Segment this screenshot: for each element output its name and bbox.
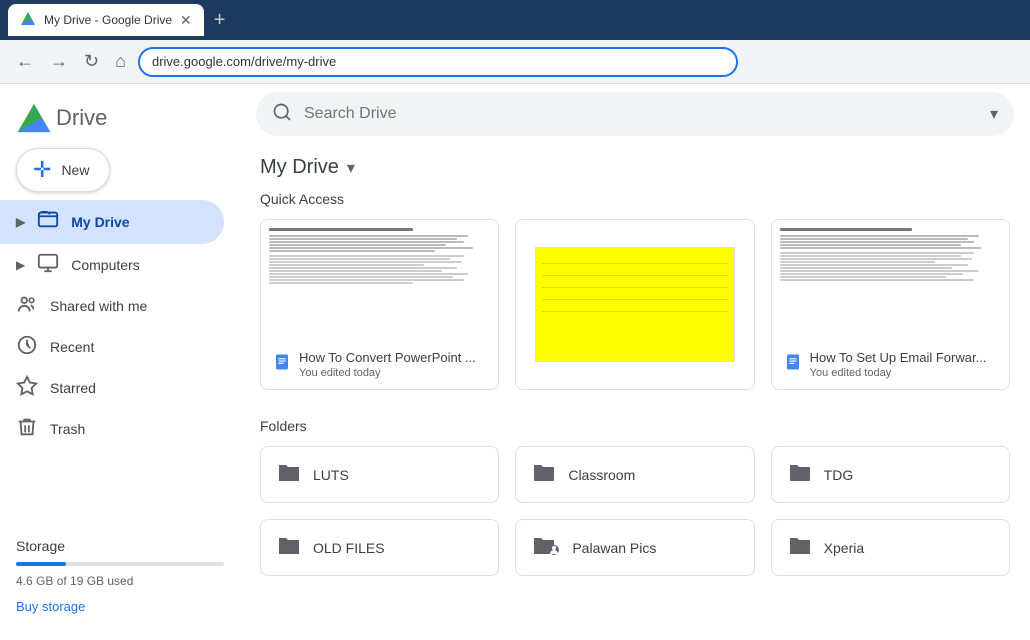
search-input[interactable]	[304, 105, 978, 123]
url-text: drive.google.com/drive/my-drive	[152, 54, 336, 69]
sidebar-item-computers[interactable]: ▶ Computers	[0, 244, 224, 285]
expand-arrow-icon: ▶	[16, 215, 25, 229]
qa-preview-2	[772, 220, 1009, 340]
qa-info-1: Tracker You often open around this time	[516, 389, 753, 390]
quick-access-card-1[interactable]: Tracker You often open around this time	[515, 219, 754, 390]
folder-icon-classroom	[532, 461, 556, 488]
drive-dropdown-arrow-icon[interactable]: ▾	[347, 158, 355, 178]
qa-file-details-0: How To Convert PowerPoint ... You edited…	[299, 350, 486, 379]
drive-logo-icon	[16, 100, 52, 136]
storage-bar-fill	[16, 562, 66, 566]
browser-nav: ← → ↻ ⌂ drive.google.com/drive/my-drive	[0, 40, 1030, 84]
folder-icon-tdg	[788, 461, 812, 488]
sidebar-item-label-recent: Recent	[50, 339, 94, 355]
storage-label: Storage	[16, 538, 224, 554]
new-button-label: New	[61, 162, 89, 178]
logo-text: Drive	[56, 105, 107, 131]
search-bar[interactable]: ▾	[256, 92, 1014, 136]
quick-access-card-0[interactable]: How To Convert PowerPoint ... You edited…	[260, 219, 499, 390]
shared-with-me-icon	[16, 293, 38, 318]
browser-chrome: My Drive - Google Drive ✕ +	[0, 0, 1030, 40]
folder-card-classroom[interactable]: Classroom	[515, 446, 754, 503]
main-content: ▾ My Drive ▾ Quick Access	[240, 84, 1030, 640]
home-button[interactable]: ⌂	[111, 47, 130, 76]
sidebar-item-label-shared: Shared with me	[50, 298, 147, 314]
folder-name-xperia: Xperia	[824, 540, 864, 556]
sidebar-item-label-starred: Starred	[50, 380, 96, 396]
folder-card-tdg[interactable]: TDG	[771, 446, 1010, 503]
qa-info-2: How To Set Up Email Forwar... You edited…	[772, 340, 1009, 389]
logo-area: Drive	[0, 92, 240, 148]
sidebar: Drive ✛ New ▶ My Drive ▶ Computers	[0, 84, 240, 640]
new-tab-button[interactable]: +	[214, 9, 226, 32]
folder-name-old-files: OLD FILES	[313, 540, 385, 556]
folder-name-classroom: Classroom	[568, 467, 635, 483]
back-button[interactable]: ←	[12, 47, 38, 76]
qa-info-0: How To Convert PowerPoint ... You edited…	[261, 340, 498, 389]
folder-name-palawan-pics: Palawan Pics	[572, 540, 656, 556]
qa-file-icon-0	[273, 353, 291, 376]
new-button[interactable]: ✛ New	[16, 148, 110, 192]
app-container: Drive ✛ New ▶ My Drive ▶ Computers	[0, 84, 1030, 640]
folder-icon-xperia	[788, 534, 812, 561]
my-drive-icon	[37, 208, 59, 236]
buy-storage-button[interactable]: Buy storage	[16, 599, 85, 614]
folder-name-luts: LUTS	[313, 467, 349, 483]
qa-file-name-2: How To Set Up Email Forwar...	[810, 350, 997, 365]
folder-icon-palawan-pics-shared	[532, 534, 560, 561]
folder-card-palawan-pics[interactable]: Palawan Pics	[515, 519, 754, 576]
sidebar-item-starred[interactable]: Starred	[0, 367, 224, 408]
drive-title: My Drive	[260, 156, 339, 179]
folder-name-tdg: TDG	[824, 467, 854, 483]
qa-file-meta-0: You edited today	[299, 367, 486, 379]
folders-title: Folders	[260, 418, 1010, 434]
search-bar-area: ▾	[240, 84, 1030, 144]
folder-card-old-files[interactable]: OLD FILES	[260, 519, 499, 576]
doc-preview-2	[772, 220, 1009, 340]
folder-icon-luts	[277, 461, 301, 488]
sidebar-item-trash[interactable]: Trash	[0, 408, 224, 449]
address-bar[interactable]: drive.google.com/drive/my-drive	[138, 47, 738, 77]
search-dropdown-arrow-icon[interactable]: ▾	[990, 104, 998, 124]
sidebar-item-label-my-drive: My Drive	[71, 214, 129, 230]
plus-icon: ✛	[33, 157, 51, 183]
tab-favicon	[20, 11, 36, 30]
tab-close-button[interactable]: ✕	[180, 12, 192, 29]
quick-access-grid: How To Convert PowerPoint ... You edited…	[260, 219, 1010, 390]
quick-access-card-2[interactable]: How To Set Up Email Forwar... You edited…	[771, 219, 1010, 390]
qa-preview-0	[261, 220, 498, 340]
folder-icon-old-files	[277, 534, 301, 561]
quick-access-title: Quick Access	[260, 191, 1010, 207]
storage-usage-text: 4.6 GB of 19 GB used	[16, 574, 224, 588]
recent-icon	[16, 334, 38, 359]
content-area: My Drive ▾ Quick Access	[240, 144, 1030, 576]
drive-title-row: My Drive ▾	[260, 144, 1010, 191]
sidebar-item-shared-with-me[interactable]: Shared with me	[0, 285, 224, 326]
computers-icon	[37, 252, 59, 277]
sidebar-item-label-trash: Trash	[50, 421, 85, 437]
trash-icon	[16, 416, 38, 441]
qa-file-meta-2: You edited today	[810, 367, 997, 379]
sidebar-item-recent[interactable]: Recent	[0, 326, 224, 367]
storage-section: Storage 4.6 GB of 19 GB used Buy storage	[0, 522, 240, 632]
sidebar-item-my-drive[interactable]: ▶ My Drive	[0, 200, 224, 244]
doc-preview-0	[261, 220, 498, 340]
reload-button[interactable]: ↻	[80, 47, 103, 76]
folder-card-xperia[interactable]: Xperia	[771, 519, 1010, 576]
qa-file-icon-2	[784, 353, 802, 376]
qa-file-details-2: How To Set Up Email Forwar... You edited…	[810, 350, 997, 379]
forward-button[interactable]: →	[46, 47, 72, 76]
qa-file-name-0: How To Convert PowerPoint ...	[299, 350, 486, 365]
folder-card-luts[interactable]: LUTS	[260, 446, 499, 503]
sidebar-item-label-computers: Computers	[71, 257, 139, 273]
starred-icon	[16, 375, 38, 400]
expand-arrow-computers-icon: ▶	[16, 258, 25, 272]
storage-bar-background	[16, 562, 224, 566]
qa-preview-1	[516, 220, 753, 389]
folders-grid: LUTS Classroom TDG	[260, 446, 1010, 576]
tab-title: My Drive - Google Drive	[44, 13, 172, 27]
search-icon	[272, 102, 292, 127]
browser-tab[interactable]: My Drive - Google Drive ✕	[8, 4, 204, 36]
